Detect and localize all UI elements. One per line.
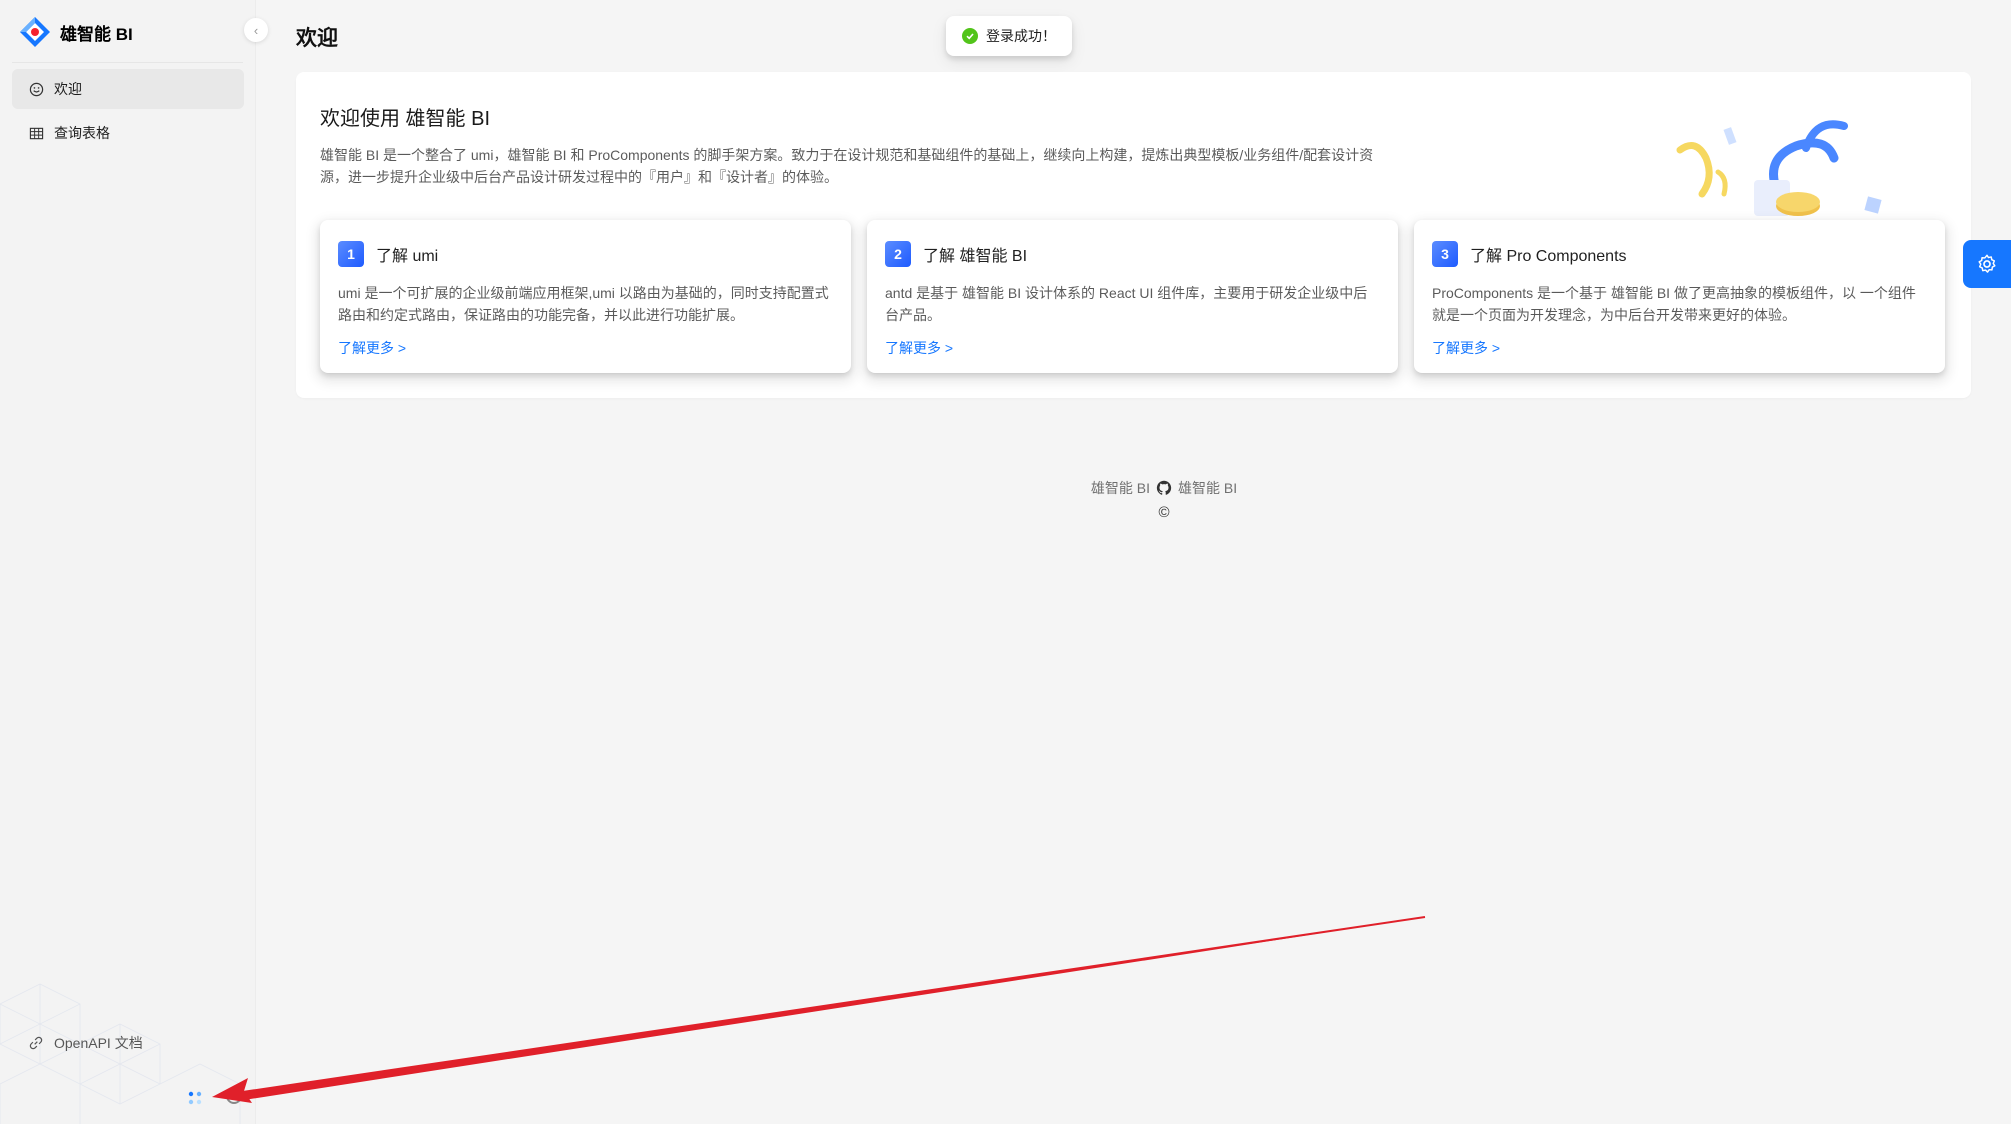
github-icon[interactable] [1156,480,1172,496]
link-icon [28,1035,44,1051]
app-title: 雄智能 BI [60,24,133,44]
openapi-doc-label: OpenAPI 文档 [54,1035,143,1051]
info-card-description: umi 是一个可扩展的企业级前端应用框架,umi 以路由为基础的，同时支持配置式… [338,285,829,323]
sidebar-collapse-button[interactable]: ‹ [244,18,268,42]
copyright-text: © [1158,504,1170,521]
footer-link-left[interactable]: 雄智能 BI [1091,478,1150,498]
page-footer: 雄智能 BI 雄智能 BI © [1052,478,1276,521]
loading-icon [188,1091,202,1105]
info-card-pro-components: 3 了解 Pro Components ProComponents 是一个基于 … [1414,220,1945,373]
page-title: 欢迎 [296,27,338,50]
success-toast: 登录成功！ [946,16,1072,56]
sidebar: 雄智能 BI 欢迎 查询表格 OpenAPI 文档 [0,0,256,1124]
sidebar-divider [12,62,243,63]
info-card-bi: 2 了解 雄智能 BI antd 是基于 雄智能 BI 设计体系的 React … [867,220,1398,373]
check-circle-icon [962,28,978,44]
celebration-illustration [1676,120,1882,216]
sidebar-item-welcome[interactable]: 欢迎 [12,69,244,109]
sidebar-brand[interactable]: 雄智能 BI [18,14,133,50]
number-badge: 2 [885,241,911,267]
logo-icon [20,17,50,47]
settings-button[interactable] [1963,240,2011,288]
toast-message: 登录成功！ [986,28,1056,44]
cursor-marker-icon [226,1088,242,1104]
sidebar-item-label: 欢迎 [54,81,82,97]
sidebar-item-query-table[interactable]: 查询表格 [12,113,244,153]
learn-more-link[interactable]: 了解更多 > [885,338,953,358]
info-card-title: 了解 umi [376,248,439,265]
welcome-description: 雄智能 BI 是一个整合了 umi，雄智能 BI 和 ProComponents… [320,147,1374,185]
learn-more-link[interactable]: 了解更多 > [338,338,406,358]
welcome-card: 欢迎使用 雄智能 BI 雄智能 BI 是一个整合了 umi，雄智能 BI 和 P… [296,72,1971,398]
info-card-description: antd 是基于 雄智能 BI 设计体系的 React UI 组件库，主要用于研… [885,285,1368,323]
openapi-doc-link[interactable]: OpenAPI 文档 [28,1033,143,1053]
footer-link-right[interactable]: 雄智能 BI [1178,478,1237,498]
smile-icon [28,81,44,97]
learn-more-link[interactable]: 了解更多 > [1432,338,1500,358]
number-badge: 1 [338,241,364,267]
info-card-umi: 1 了解 umi umi 是一个可扩展的企业级前端应用框架,umi 以路由为基础… [320,220,851,373]
info-card-title: 了解 Pro Components [1470,248,1627,265]
info-card-title: 了解 雄智能 BI [923,248,1028,265]
welcome-heading: 欢迎使用 雄智能 BI [320,108,491,130]
sidebar-item-label: 查询表格 [54,125,110,141]
table-icon [28,125,44,141]
info-card-description: ProComponents 是一个基于 雄智能 BI 做了更高抽象的模板组件，以… [1432,285,1916,323]
number-badge: 3 [1432,241,1458,267]
gear-icon [1978,254,1996,273]
chevron-left-icon: ‹ [253,22,259,38]
